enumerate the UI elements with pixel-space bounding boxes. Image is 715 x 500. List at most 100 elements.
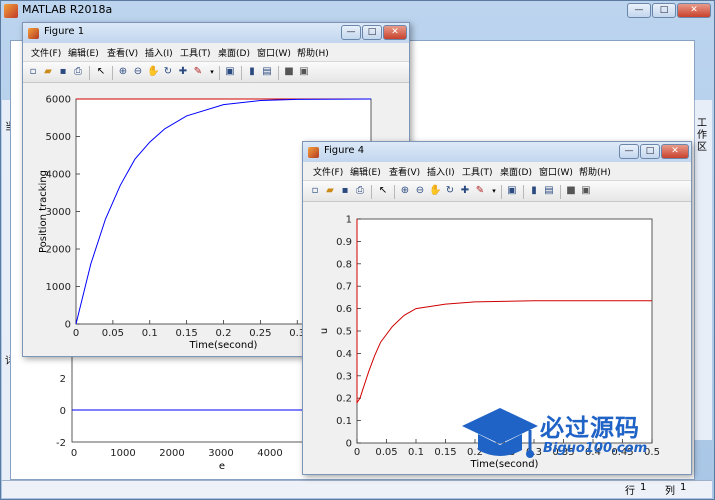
colorbar-icon[interactable]: ▮: [246, 66, 258, 78]
menu-tools[interactable]: 工具(T): [462, 165, 493, 178]
brush-dropdown-icon[interactable]: ▾: [488, 185, 500, 197]
background-xtick: 1000: [110, 448, 135, 459]
show-tools-icon[interactable]: ▣: [298, 66, 310, 78]
show-tools-icon[interactable]: ▣: [580, 185, 592, 197]
figure4-maximize-button[interactable]: □: [640, 144, 660, 159]
main-maximize-button[interactable]: □: [652, 3, 676, 18]
hide-tools-icon[interactable]: ■: [565, 185, 577, 197]
figure1-close-button[interactable]: ✕: [383, 25, 407, 40]
save-icon[interactable]: ▪: [339, 185, 351, 197]
rotate-icon[interactable]: ↻: [162, 66, 174, 78]
y-tick-label: 0.1: [336, 416, 352, 427]
open-file-icon[interactable]: ▰: [324, 185, 336, 197]
data-cursor-icon[interactable]: ✚: [459, 185, 471, 197]
background-ytick: 2: [60, 374, 66, 385]
y-tick-label: 4000: [46, 170, 71, 181]
new-figure-icon[interactable]: ▫: [27, 66, 39, 78]
print-icon[interactable]: ⎙: [354, 185, 366, 197]
y-tick-label: 0.8: [336, 259, 352, 270]
main-minimize-button[interactable]: —: [627, 3, 651, 18]
x-axis-label: Time(second): [189, 340, 258, 351]
data-cursor-icon[interactable]: ✚: [177, 66, 189, 78]
menu-view[interactable]: 查看(V): [107, 46, 138, 59]
figure1-maximize-button[interactable]: □: [362, 25, 382, 40]
print-icon[interactable]: ⎙: [72, 66, 84, 78]
x-tick-label: 0.05: [102, 328, 124, 339]
figure1-menubar: 文件(F) 编辑(E) 查看(V) 插入(I) 工具(T) 桌面(D) 窗口(W…: [23, 43, 409, 61]
menu-insert[interactable]: 插入(I): [145, 46, 173, 59]
menu-file[interactable]: 文件(F): [31, 46, 61, 59]
background-ytick: 0: [60, 406, 66, 417]
y-tick-label: 0: [346, 439, 352, 450]
figure4-toolbar: ▫ ▰ ▪ ⎙ ↖ ⊕ ⊖ ✋ ↻ ✚ ✎ ▾ ▣ ▮ ▤ ■ ▣: [303, 180, 691, 202]
pan-icon[interactable]: ✋: [147, 66, 159, 78]
x-tick-label: 0: [354, 447, 360, 458]
menu-tools[interactable]: 工具(T): [180, 46, 211, 59]
save-icon[interactable]: ▪: [57, 66, 69, 78]
menu-window[interactable]: 窗口(W): [257, 46, 291, 59]
y-tick-label: 0.4: [336, 349, 352, 360]
figure1-minimize-button[interactable]: —: [341, 25, 361, 40]
figure1-toolbar: ▫ ▰ ▪ ⎙ ↖ ⊕ ⊖ ✋ ↻ ✚ ✎ ▾ ▣ ▮ ▤ ■ ▣: [23, 61, 409, 83]
menu-desktop[interactable]: 桌面(D): [218, 46, 250, 59]
legend-icon[interactable]: ▤: [543, 185, 555, 197]
open-file-icon[interactable]: ▰: [42, 66, 54, 78]
menu-desktop[interactable]: 桌面(D): [500, 165, 532, 178]
zoom-out-icon[interactable]: ⊖: [414, 185, 426, 197]
x-tick-label: 0.1: [142, 328, 158, 339]
pointer-icon[interactable]: ↖: [377, 185, 389, 197]
new-figure-icon[interactable]: ▫: [309, 185, 321, 197]
main-titlebar: MATLAB R2018a: [0, 0, 713, 22]
menu-insert[interactable]: 插入(I): [427, 165, 455, 178]
main-close-button[interactable]: ✕: [677, 3, 711, 18]
status-bar: [2, 480, 712, 498]
zoom-out-icon[interactable]: ⊖: [132, 66, 144, 78]
menu-view[interactable]: 查看(V): [389, 165, 420, 178]
status-row-label: 行: [625, 486, 635, 497]
figure1-title: Figure 1: [44, 26, 85, 37]
logo-text-cn: 必过源码: [540, 414, 640, 442]
colorbar-icon[interactable]: ▮: [528, 185, 540, 197]
hide-tools-icon[interactable]: ■: [283, 66, 295, 78]
x-tick-label: 0.05: [375, 447, 397, 458]
figure4-titlebar: Figure 4 — □ ✕: [303, 142, 691, 162]
zoom-in-icon[interactable]: ⊕: [117, 66, 129, 78]
brush-icon[interactable]: ✎: [192, 66, 204, 78]
legend-icon[interactable]: ▤: [261, 66, 273, 78]
menu-file[interactable]: 文件(F): [313, 165, 343, 178]
y-tick-label: 1000: [46, 282, 71, 293]
background-xtick: 4000: [257, 448, 282, 459]
y-tick-label: 5000: [46, 132, 71, 143]
background-ytick: -2: [56, 438, 66, 449]
y-tick-label: 0.9: [336, 237, 352, 248]
workspace-panel-label: 工作区: [697, 118, 707, 153]
main-window-title: MATLAB R2018a: [22, 3, 113, 16]
matlab-logo-icon: [4, 4, 18, 18]
y-tick-label: 0.3: [336, 371, 352, 382]
figure4-close-button[interactable]: ✕: [661, 144, 689, 159]
x-tick-label: 0.15: [175, 328, 197, 339]
menu-edit[interactable]: 编辑(E): [68, 46, 99, 59]
brush-dropdown-icon[interactable]: ▾: [206, 66, 218, 78]
pointer-icon[interactable]: ↖: [95, 66, 107, 78]
menu-edit[interactable]: 编辑(E): [350, 165, 381, 178]
background-plot-axes: [71, 350, 320, 443]
graduation-cap-logo-icon: [462, 408, 538, 458]
background-xtick: 0: [71, 448, 77, 459]
background-xtick: 3000: [208, 448, 233, 459]
y-tick-label: 2000: [46, 245, 71, 256]
menu-window[interactable]: 窗口(W): [539, 165, 573, 178]
figure4-title: Figure 4: [324, 145, 365, 156]
figure-icon: [28, 28, 39, 39]
pan-icon[interactable]: ✋: [429, 185, 441, 197]
link-plot-icon[interactable]: ▣: [506, 185, 518, 197]
menu-help[interactable]: 帮助(H): [297, 46, 329, 59]
figure4-minimize-button[interactable]: —: [619, 144, 639, 159]
logo-text-en: Biguo100.com: [543, 441, 648, 456]
link-plot-icon[interactable]: ▣: [224, 66, 236, 78]
zoom-in-icon[interactable]: ⊕: [399, 185, 411, 197]
y-tick-label: 0.7: [336, 282, 352, 293]
rotate-icon[interactable]: ↻: [444, 185, 456, 197]
brush-icon[interactable]: ✎: [474, 185, 486, 197]
menu-help[interactable]: 帮助(H): [579, 165, 611, 178]
